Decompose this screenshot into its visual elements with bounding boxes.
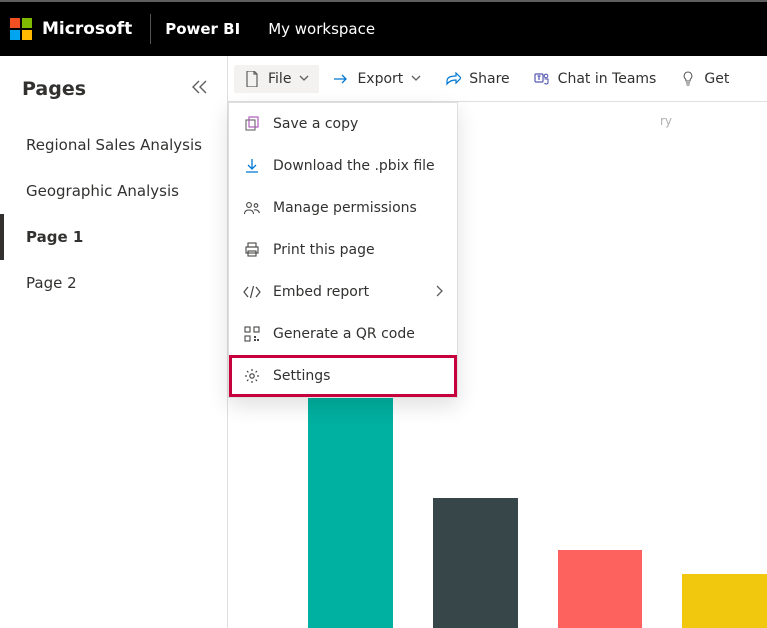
menu-embed-report[interactable]: Embed report (229, 271, 457, 313)
menu-manage-permissions[interactable]: Manage permissions (229, 187, 457, 229)
export-icon (333, 71, 349, 87)
menu-label: Download the .pbix file (273, 158, 443, 174)
people-icon (243, 199, 261, 217)
page-tab[interactable]: Regional Sales Analysis (0, 122, 227, 168)
menu-label: Save a copy (273, 116, 443, 132)
menu-label: Embed report (273, 284, 423, 300)
chart-bar[interactable] (308, 392, 393, 628)
microsoft-logo-icon (10, 18, 32, 40)
app-header: Microsoft Power BI My workspace (0, 2, 767, 56)
header-divider (150, 14, 151, 44)
insights-label: Get (704, 71, 729, 87)
print-icon (243, 241, 261, 259)
menu-settings[interactable]: Settings (229, 355, 457, 397)
file-dropdown-menu: Save a copy Download the .pbix file Mana… (228, 102, 458, 398)
download-icon (243, 157, 261, 175)
menu-generate-qr[interactable]: Generate a QR code (229, 313, 457, 355)
chart-bar[interactable] (558, 550, 643, 628)
page-tab-active[interactable]: Page 1 (0, 214, 227, 260)
chart-bar[interactable] (433, 498, 518, 628)
teams-icon (534, 71, 550, 87)
report-toolbar: File Export Share (228, 56, 767, 102)
menu-label: Manage permissions (273, 200, 443, 216)
menu-save-a-copy[interactable]: Save a copy (229, 103, 457, 145)
file-label: File (268, 71, 291, 87)
bar-chart (248, 392, 767, 628)
page-label: Page 2 (26, 274, 77, 292)
pages-sidebar: Pages Regional Sales Analysis Geographic… (0, 56, 228, 628)
share-label: Share (469, 71, 509, 87)
report-canvas-area: File Export Share (228, 56, 767, 628)
menu-download-pbix[interactable]: Download the .pbix file (229, 145, 457, 187)
chevron-down-icon (299, 73, 309, 84)
obscured-canvas-text: ry (660, 114, 672, 128)
collapse-sidebar-icon[interactable] (191, 79, 209, 99)
chat-label: Chat in Teams (558, 71, 657, 87)
page-tab[interactable]: Page 2 (0, 260, 227, 306)
menu-label: Print this page (273, 242, 443, 258)
export-label: Export (357, 71, 403, 87)
menu-label: Settings (273, 368, 443, 384)
chart-bar[interactable] (682, 574, 767, 628)
code-icon (243, 283, 261, 301)
chat-in-teams-button[interactable]: Chat in Teams (524, 65, 667, 93)
menu-print-page[interactable]: Print this page (229, 229, 457, 271)
copy-icon (243, 115, 261, 133)
page-label: Geographic Analysis (26, 182, 179, 200)
share-button[interactable]: Share (435, 65, 519, 93)
chevron-right-icon (435, 285, 443, 300)
microsoft-brand: Microsoft (42, 19, 132, 39)
get-insights-button[interactable]: Get (670, 65, 739, 93)
page-label: Page 1 (26, 228, 83, 246)
file-menu-button[interactable]: File (234, 65, 319, 93)
powerbi-brand: Power BI (165, 20, 240, 38)
menu-label: Generate a QR code (273, 326, 443, 342)
page-tab[interactable]: Geographic Analysis (0, 168, 227, 214)
chevron-down-icon (411, 73, 421, 84)
lightbulb-icon (680, 71, 696, 87)
page-label: Regional Sales Analysis (26, 136, 202, 154)
file-icon (244, 71, 260, 87)
share-icon (445, 71, 461, 87)
qr-icon (243, 325, 261, 343)
gear-icon (243, 367, 261, 385)
workspace-name[interactable]: My workspace (268, 20, 375, 38)
export-menu-button[interactable]: Export (323, 65, 431, 93)
sidebar-title: Pages (22, 78, 86, 100)
